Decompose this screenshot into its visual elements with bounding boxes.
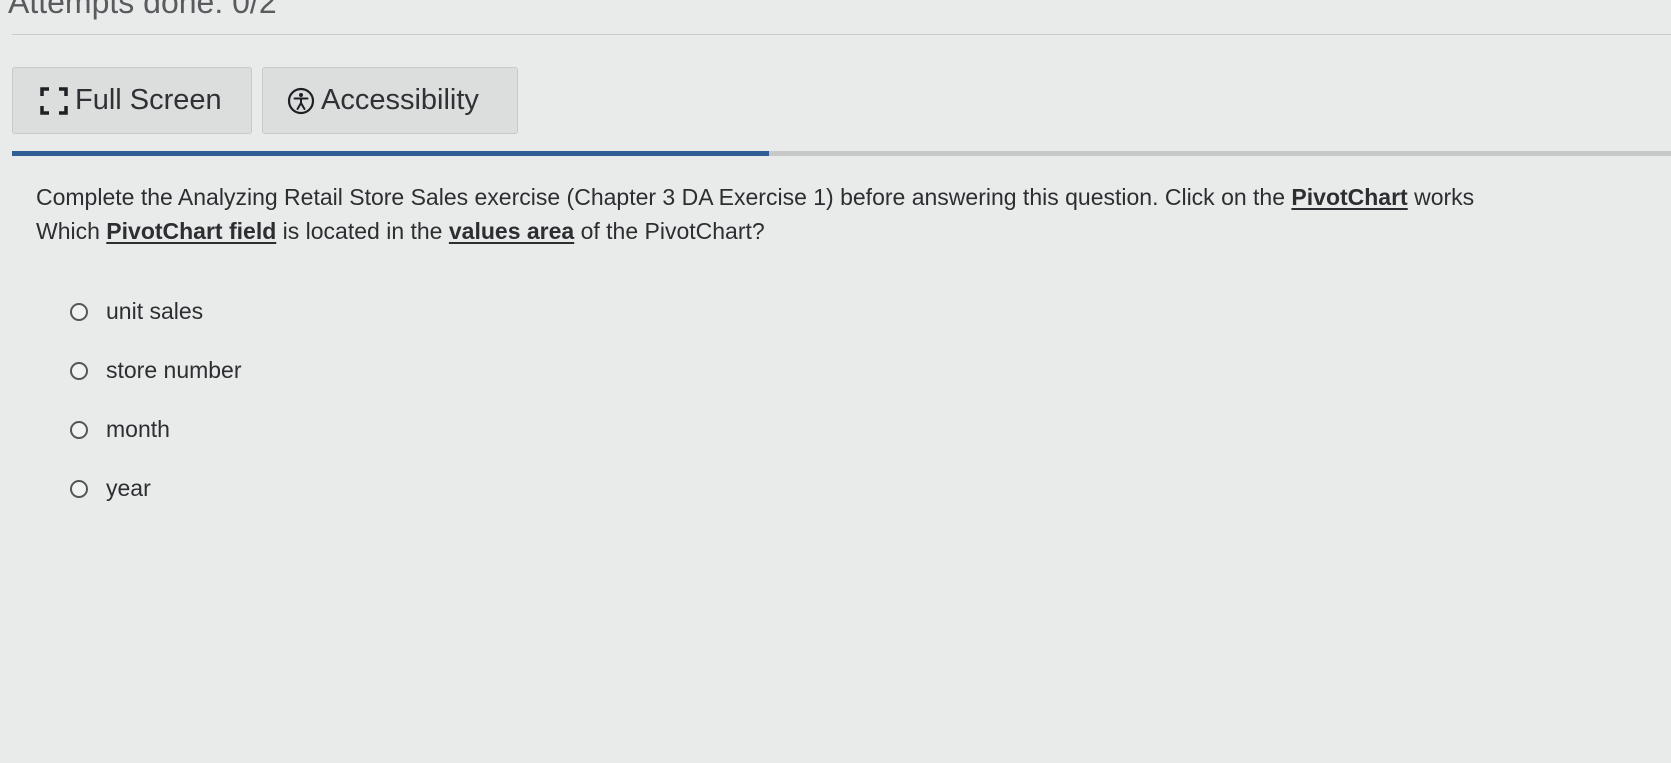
progress-bar	[12, 151, 1671, 156]
radio-button[interactable]	[70, 361, 88, 380]
answer-options: unit sales store number month year	[70, 282, 242, 518]
accessibility-icon	[287, 87, 315, 115]
question-line-1: Complete the Analyzing Retail Store Sale…	[36, 180, 1474, 214]
fullscreen-icon	[39, 86, 69, 116]
header-divider	[12, 34, 1671, 35]
question-text-segment: Complete the Analyzing Retail Store Sale…	[36, 184, 1292, 210]
option-store-number[interactable]: store number	[70, 341, 242, 400]
option-month[interactable]: month	[70, 400, 242, 459]
question-line-2: Which PivotChart field is located in the…	[36, 214, 1474, 248]
question-text-segment: works	[1407, 184, 1475, 210]
attempts-header: Attempts done: 0/2	[0, 0, 1671, 36]
attempts-counter: Attempts done: 0/2	[8, 0, 277, 20]
option-label: month	[106, 416, 170, 442]
option-label: year	[106, 475, 151, 501]
radio-button[interactable]	[70, 420, 88, 439]
accessibility-label: Accessibility	[321, 84, 479, 116]
option-year[interactable]: year	[70, 459, 242, 518]
progress-fill	[12, 151, 769, 156]
full-screen-label: Full Screen	[75, 84, 222, 116]
option-unit-sales[interactable]: unit sales	[70, 282, 242, 341]
question-text-segment: Which	[36, 218, 107, 244]
values-area-emphasis: values area	[448, 218, 575, 244]
full-screen-button[interactable]: Full Screen	[12, 67, 252, 134]
question-text: Complete the Analyzing Retail Store Sale…	[36, 180, 1474, 248]
question-text-segment: is located in the	[276, 218, 449, 244]
pivotchart-field-emphasis: PivotChart field	[106, 218, 277, 244]
accessibility-button[interactable]: Accessibility	[262, 67, 518, 134]
option-label: store number	[106, 357, 242, 383]
radio-button[interactable]	[70, 302, 88, 321]
question-text-segment: of the PivotChart?	[574, 218, 765, 244]
option-label: unit sales	[106, 298, 204, 324]
pivotchart-emphasis: PivotChart	[1291, 184, 1408, 210]
radio-button[interactable]	[70, 479, 88, 498]
